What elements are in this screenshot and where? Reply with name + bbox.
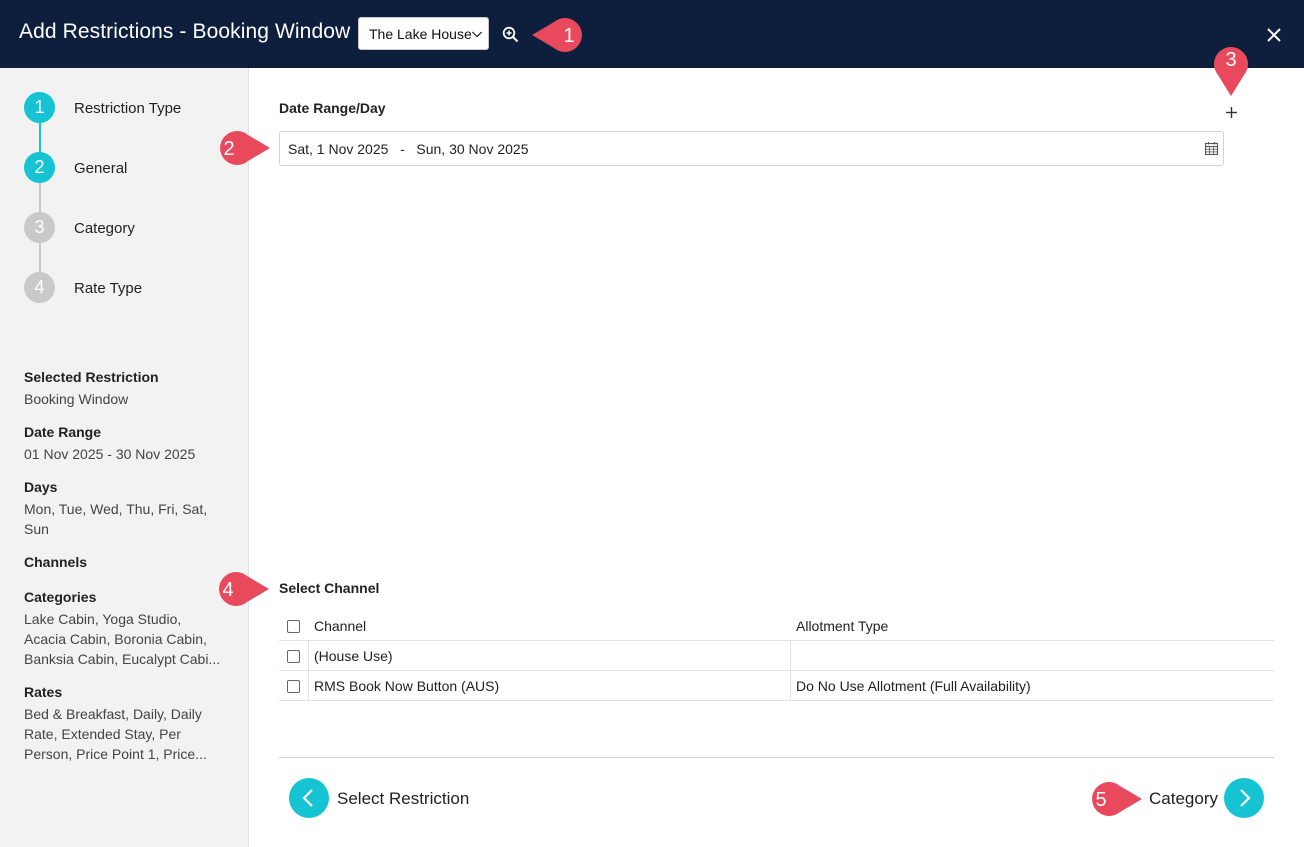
row-checkbox[interactable]	[287, 650, 300, 663]
step-number: 2	[24, 152, 55, 183]
summary-categories: Categories Lake Cabin, Yoga Studio, Acac…	[24, 589, 224, 669]
step-label: Category	[74, 220, 135, 237]
row-checkbox[interactable]	[287, 680, 300, 693]
step-category[interactable]: 3 Category	[24, 212, 224, 244]
step-label: Restriction Type	[74, 100, 182, 117]
close-icon[interactable]	[1264, 25, 1284, 45]
step-number: 4	[24, 272, 55, 303]
summary-value: Acacia Cabin, Boronia Cabin,	[24, 631, 207, 647]
summary-value: Lake Cabin, Yoga Studio,	[24, 611, 182, 627]
table-row[interactable]: (House Use)	[279, 641, 1274, 671]
next-button-label[interactable]: Category	[1149, 789, 1218, 809]
step-general[interactable]: 2 General	[24, 152, 224, 184]
table-row[interactable]: RMS Book Now Button (AUS) Do No Use Allo…	[279, 671, 1274, 701]
summary-value: Booking Window	[24, 391, 129, 407]
table-header-row: Channel Allotment Type	[279, 611, 1274, 641]
summary-heading: Rates	[24, 684, 63, 700]
property-select[interactable]: The Lake House ⌵	[358, 17, 489, 50]
summary-selected-restriction: Selected Restriction Booking Window	[24, 369, 224, 409]
summary-value: Banksia Cabin, Eucalypt Cabi...	[24, 651, 221, 667]
select-channel-title: Select Channel	[279, 580, 380, 596]
step-rate-type[interactable]: 4 Rate Type	[24, 272, 224, 304]
callout-number: 4	[222, 579, 233, 601]
callout-marker: 4	[219, 572, 269, 606]
modal-title: Add Restrictions - Booking Window	[19, 20, 351, 43]
column-divider	[308, 671, 309, 701]
summary-heading: Days	[24, 479, 58, 495]
property-select-value: The Lake House	[369, 26, 472, 42]
summary-heading: Date Range	[24, 424, 102, 440]
select-all-checkbox[interactable]	[287, 620, 300, 633]
back-button-label[interactable]: Select Restriction	[337, 789, 469, 809]
summary-days: Days Mon, Tue, Wed, Thu, Fri, Sat, Sun	[24, 479, 224, 539]
date-range-value: Sat, 1 Nov 2025 - Sun, 30 Nov 2025	[288, 141, 529, 157]
calendar-icon[interactable]	[1204, 141, 1219, 156]
summary-value: 01 Nov 2025 - 30 Nov 2025	[24, 446, 196, 462]
footer-divider	[279, 757, 1274, 758]
column-header-channel: Channel	[314, 618, 367, 634]
summary-value: Mon, Tue, Wed, Thu, Fri, Sat,	[24, 501, 208, 517]
column-divider	[790, 641, 791, 671]
column-header-allotment-type: Allotment Type	[796, 618, 889, 634]
summary-date-range: Date Range 01 Nov 2025 - 30 Nov 2025	[24, 424, 224, 464]
callout-number: 3	[1225, 49, 1236, 71]
channel-cell: (House Use)	[314, 648, 393, 664]
step-number: 1	[24, 92, 55, 123]
chevron-right-icon	[1240, 789, 1251, 807]
summary-value: Sun	[24, 521, 49, 537]
column-divider	[308, 641, 309, 671]
zoom-in-icon[interactable]	[502, 26, 519, 43]
summary-channels: Channels	[24, 554, 224, 570]
date-range-title: Date Range/Day	[279, 100, 386, 116]
callout-marker: 3	[1214, 47, 1248, 96]
step-label: General	[74, 160, 128, 177]
chevron-down-icon: ⌵	[472, 25, 482, 40]
chevron-left-icon	[302, 789, 313, 807]
wizard-sidebar: 1 Restriction Type 2 General 3 Category …	[0, 68, 249, 847]
summary-heading: Channels	[24, 554, 88, 570]
callout-marker: 5	[1092, 782, 1142, 816]
add-icon[interactable]	[1224, 105, 1239, 120]
callout-number: 1	[563, 25, 574, 47]
step-restriction-type[interactable]: 1 Restriction Type	[24, 92, 224, 124]
callout-number: 5	[1095, 789, 1106, 811]
summary-heading: Selected Restriction	[24, 369, 159, 385]
step-label: Rate Type	[74, 280, 143, 297]
channel-cell: RMS Book Now Button (AUS)	[314, 678, 500, 694]
summary-value: Bed & Breakfast, Daily, Daily	[24, 706, 202, 722]
next-button[interactable]	[1224, 778, 1264, 818]
callout-marker: 1	[532, 18, 582, 52]
column-divider	[790, 671, 791, 701]
channel-table: Channel Allotment Type (House Use) RMS B…	[279, 611, 1274, 701]
callout-number: 2	[223, 138, 234, 160]
back-button[interactable]	[289, 778, 329, 818]
summary-value: Person, Price Point 1, Price...	[24, 746, 207, 762]
callout-marker: 2	[220, 131, 270, 165]
step-number: 3	[24, 212, 55, 243]
summary-rates: Rates Bed & Breakfast, Daily, Daily Rate…	[24, 684, 224, 764]
summary-heading: Categories	[24, 589, 97, 605]
summary-value: Rate, Extended Stay, Per	[24, 726, 181, 742]
date-range-input[interactable]: Sat, 1 Nov 2025 - Sun, 30 Nov 2025	[279, 131, 1224, 166]
allotment-cell: Do No Use Allotment (Full Availability)	[796, 678, 1031, 694]
modal-header: Add Restrictions - Booking Window The La…	[0, 0, 1304, 68]
